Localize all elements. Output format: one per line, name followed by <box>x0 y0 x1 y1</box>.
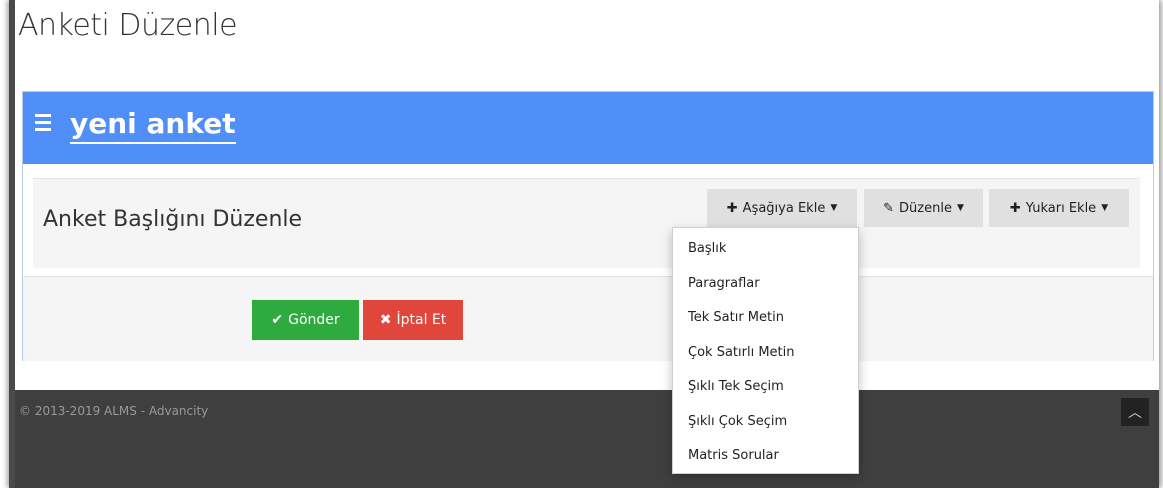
edit-icon: ✎ <box>883 200 895 216</box>
dropdown-item-sikli-cok-secim[interactable]: Şıklı Çok Seçim <box>673 405 858 440</box>
plus-icon: ✚ <box>726 200 738 216</box>
copyright-text: © 2013-2019 ALMS - Advancity <box>19 404 209 418</box>
plus-icon: ✚ <box>1009 200 1021 216</box>
send-button[interactable]: ✔ Gönder <box>252 300 359 340</box>
caret-down-icon: ▼ <box>830 203 838 213</box>
caret-down-icon: ▼ <box>956 203 964 213</box>
app-window: Anketi Düzenle yeni anket Anket Başlığın… <box>9 0 1159 488</box>
dropdown-item-sikli-tek-secim[interactable]: Şıklı Tek Seçim <box>673 370 858 405</box>
dropdown-item-matris-sorular[interactable]: Matris Sorular <box>673 439 858 474</box>
edit-button[interactable]: ✎ Düzenle ▼ <box>864 189 983 227</box>
dropdown-item-tek-satir-metin[interactable]: Tek Satır Metin <box>673 301 858 336</box>
add-above-button[interactable]: ✚ Yukarı Ekle ▼ <box>989 189 1129 227</box>
add-below-label: Aşağıya Ekle <box>742 200 826 216</box>
add-below-dropdown-menu: Başlık Paragraflar Tek Satır Metin Çok S… <box>672 227 859 474</box>
add-below-button[interactable]: ✚ Aşağıya Ekle ▼ <box>707 189 857 227</box>
section-title: Anket Başlığını Düzenle <box>43 207 303 232</box>
panel-header: yeni anket <box>23 92 1153 164</box>
page-footer: © 2013-2019 ALMS - Advancity ︿ <box>15 390 1159 488</box>
dropdown-item-paragraflar[interactable]: Paragraflar <box>673 267 858 302</box>
survey-title-link[interactable]: yeni anket <box>70 108 236 144</box>
send-label: Gönder <box>288 312 340 328</box>
survey-panel: yeni anket Anket Başlığını Düzenle ✚ Aşa… <box>22 91 1154 361</box>
survey-title-section: Anket Başlığını Düzenle ✚ Aşağıya Ekle ▼… <box>33 178 1140 268</box>
dropdown-item-baslik[interactable]: Başlık <box>673 232 858 267</box>
menu-icon[interactable] <box>35 114 57 136</box>
edit-label: Düzenle <box>899 200 952 216</box>
close-icon: ✖ <box>379 312 392 328</box>
page-title: Anketi Düzenle <box>18 8 238 43</box>
dropdown-item-cok-satirli-metin[interactable]: Çok Satırlı Metin <box>673 336 858 371</box>
caret-down-icon: ▼ <box>1101 203 1109 213</box>
panel-footer: ✔ Gönder ✖ İptal Et <box>23 276 1153 361</box>
cancel-label: İptal Et <box>396 312 447 328</box>
cancel-button[interactable]: ✖ İptal Et <box>363 300 463 340</box>
chevron-up-icon: ︿ <box>1128 404 1142 420</box>
scroll-to-top-button[interactable]: ︿ <box>1121 398 1149 426</box>
add-above-label: Yukarı Ekle <box>1025 200 1097 216</box>
check-icon: ✔ <box>271 312 284 328</box>
